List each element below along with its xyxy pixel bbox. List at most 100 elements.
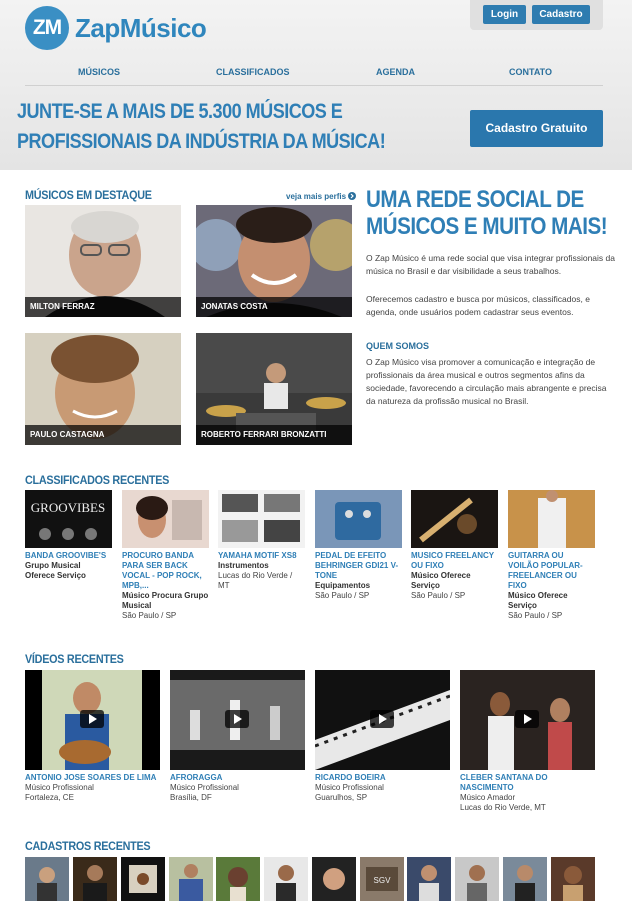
nav-item-agenda[interactable]: AGENDA xyxy=(376,67,415,77)
classified-title: PEDAL DE EFEITO BEHRINGER GDI21 V-TONE xyxy=(315,551,399,580)
about-title: UMA REDE SOCIAL DE MÚSICOS E MUITO MAIS! xyxy=(366,186,615,240)
about-subtitle: QUEM SOMOS xyxy=(366,341,430,351)
recent-signup-avatar[interactable]: SGV xyxy=(360,857,404,901)
recent-signup-avatar[interactable] xyxy=(73,857,117,901)
classifieds-title: CLASSIFICADOS RECENTES xyxy=(25,473,170,487)
classified-item[interactable]: PEDAL DE EFEITO BEHRINGER GDI21 V-TONE E… xyxy=(315,490,402,601)
recent-signup-avatar[interactable] xyxy=(264,857,308,901)
classified-location: São Paulo / SP xyxy=(315,591,370,600)
featured-name: JONATAS COSTA xyxy=(196,297,352,317)
auth-box: Login Cadastro xyxy=(470,0,603,30)
classified-location: Lucas do Rio Verde / MT xyxy=(218,571,293,590)
brand-name: ZapMúsico xyxy=(75,12,207,43)
classified-thumbnail xyxy=(411,490,498,548)
recent-signup-avatar[interactable] xyxy=(407,857,451,901)
classified-category: Grupo Musical Oferece Serviço xyxy=(25,561,86,580)
free-signup-button[interactable]: Cadastro Gratuito xyxy=(470,110,603,147)
more-profiles-label: veja mais perfis xyxy=(286,192,347,201)
classified-category: Instrumentos xyxy=(218,561,269,570)
about-paragraph: Oferecemos cadastro e busca por músicos,… xyxy=(366,294,590,317)
classified-title: YAMAHA MOTIF XS8 xyxy=(218,551,297,560)
classified-thumbnail xyxy=(315,490,402,548)
featured-name: PAULO CASTAGNA xyxy=(25,425,181,445)
classified-category: Equipamentos xyxy=(315,581,371,590)
classified-item[interactable]: MUSICO FREELANCY OU FIXO Músico Oferece … xyxy=(411,490,498,601)
classified-title: BANDA GROOVIBE'S xyxy=(25,551,107,560)
recent-signup-avatar[interactable] xyxy=(455,857,499,901)
classified-item[interactable]: YAMAHA MOTIF XS8 Instrumentos Lucas do R… xyxy=(218,490,305,591)
video-location: Lucas do Rio Verde, MT xyxy=(460,803,546,812)
hero-headline-line2: PROFISSIONAIS DA INDÚSTRIA DA MÚSICA! xyxy=(17,130,386,153)
about-paragraph: O Zap Músico é uma rede social que visa … xyxy=(366,253,615,276)
video-thumbnail xyxy=(25,670,160,770)
featured-name: ROBERTO FERRARI BRONZATTI xyxy=(196,425,352,445)
nav-item-classificados[interactable]: CLASSIFICADOS xyxy=(216,67,290,77)
classified-location: São Paulo / SP xyxy=(122,611,177,620)
video-item[interactable]: AFRORAGGA Músico Profissional Brasília, … xyxy=(170,670,305,803)
recent-signup-avatar[interactable] xyxy=(121,857,165,901)
classified-item[interactable]: GUITARRA OU VOILÃO POPULAR-FREELANCER OU… xyxy=(508,490,595,621)
classified-thumbnail xyxy=(508,490,595,548)
featured-card[interactable]: MILTON FERRAZ xyxy=(25,205,181,317)
hero-headline-line1: JUNTE-SE A MAIS DE 5.300 MÚSICOS E xyxy=(17,100,343,123)
video-location: Brasília, DF xyxy=(170,793,212,802)
featured-title: MÚSICOS EM DESTAQUE xyxy=(25,188,152,202)
arrow-circle-icon xyxy=(348,191,357,200)
play-icon xyxy=(80,710,104,728)
recent-signup-avatar[interactable] xyxy=(503,857,547,901)
classified-category: Músico Oferece Serviço xyxy=(411,571,471,590)
logo-mark-icon: ZM xyxy=(25,6,69,50)
video-type: Músico Profissional xyxy=(170,783,239,792)
classified-item[interactable]: PROCURO BANDA PARA SER BACK VOCAL - POP … xyxy=(122,490,209,621)
about-paragraph: O Zap Músico visa promover a comunicação… xyxy=(366,357,607,406)
video-thumbnail xyxy=(170,670,305,770)
nav-item-musicos[interactable]: MÚSICOS xyxy=(78,67,120,77)
featured-card[interactable]: PAULO CASTAGNA xyxy=(25,333,181,445)
video-item[interactable]: ANTONIO JOSE SOARES DE LIMA Músico Profi… xyxy=(25,670,160,803)
svg-text:SGV: SGV xyxy=(374,876,392,885)
video-title: AFRORAGGA xyxy=(170,773,223,782)
about-title-line1: UMA REDE SOCIAL DE xyxy=(366,186,584,213)
featured-card[interactable]: JONATAS COSTA xyxy=(196,205,352,317)
login-button[interactable]: Login xyxy=(483,5,526,24)
main-nav: MÚSICOS CLASSIFICADOS AGENDA CONTATO xyxy=(25,62,603,86)
featured-name: MILTON FERRAZ xyxy=(25,297,181,317)
recent-signups-title: CADASTROS RECENTES xyxy=(25,839,151,853)
brand-logo[interactable]: ZM ZapMúsico xyxy=(25,6,207,50)
video-type: Músico Profissional xyxy=(315,783,384,792)
video-thumbnail xyxy=(460,670,595,770)
classified-title: MUSICO FREELANCY OU FIXO xyxy=(411,551,494,570)
video-title: CLEBER SANTANA DO NASCIMENTO xyxy=(460,773,548,792)
recent-signup-avatar[interactable] xyxy=(216,857,260,901)
classified-category: Músico Oferece Serviço xyxy=(508,591,568,610)
featured-card[interactable]: ROBERTO FERRARI BRONZATTI xyxy=(196,333,352,445)
classified-location: São Paulo / SP xyxy=(411,591,466,600)
nav-item-contato[interactable]: CONTATO xyxy=(509,67,552,77)
classified-title: PROCURO BANDA PARA SER BACK VOCAL - POP … xyxy=(122,551,202,590)
classified-title: GUITARRA OU VOILÃO POPULAR-FREELANCER OU… xyxy=(508,551,583,590)
about-title-line2: MÚSICOS E MUITO MAIS! xyxy=(366,213,608,240)
classified-item[interactable]: GROOVIBES BANDA GROOVIBE'S Grupo Musical… xyxy=(25,490,112,581)
recent-signup-avatar[interactable] xyxy=(169,857,213,901)
video-type: Músico Profissional xyxy=(25,783,94,792)
videos-title: VÍDEOS RECENTES xyxy=(25,652,124,666)
recent-signup-avatar[interactable] xyxy=(25,857,69,901)
more-profiles-link[interactable]: veja mais perfis xyxy=(286,191,357,201)
play-icon xyxy=(515,710,539,728)
video-item[interactable]: RICARDO BOEIRA Músico Profissional Guaru… xyxy=(315,670,450,803)
classified-thumbnail: GROOVIBES xyxy=(25,490,112,548)
hero-headline: JUNTE-SE A MAIS DE 5.300 MÚSICOS E PROFI… xyxy=(17,97,464,157)
video-thumbnail xyxy=(315,670,450,770)
classified-thumbnail xyxy=(122,490,209,548)
classified-location: São Paulo / SP xyxy=(508,611,563,620)
video-type: Músico Amador xyxy=(460,793,516,802)
signup-button[interactable]: Cadastro xyxy=(532,5,590,24)
video-title: RICARDO BOEIRA xyxy=(315,773,386,782)
recent-signup-avatar[interactable] xyxy=(551,857,595,901)
play-icon xyxy=(370,710,394,728)
video-item[interactable]: CLEBER SANTANA DO NASCIMENTO Músico Amad… xyxy=(460,670,595,813)
classified-category: Músico Procura Grupo Musical xyxy=(122,591,209,610)
svg-text:GROOVIBES: GROOVIBES xyxy=(31,500,105,515)
video-location: Guarulhos, SP xyxy=(315,793,368,802)
recent-signup-avatar[interactable] xyxy=(312,857,356,901)
